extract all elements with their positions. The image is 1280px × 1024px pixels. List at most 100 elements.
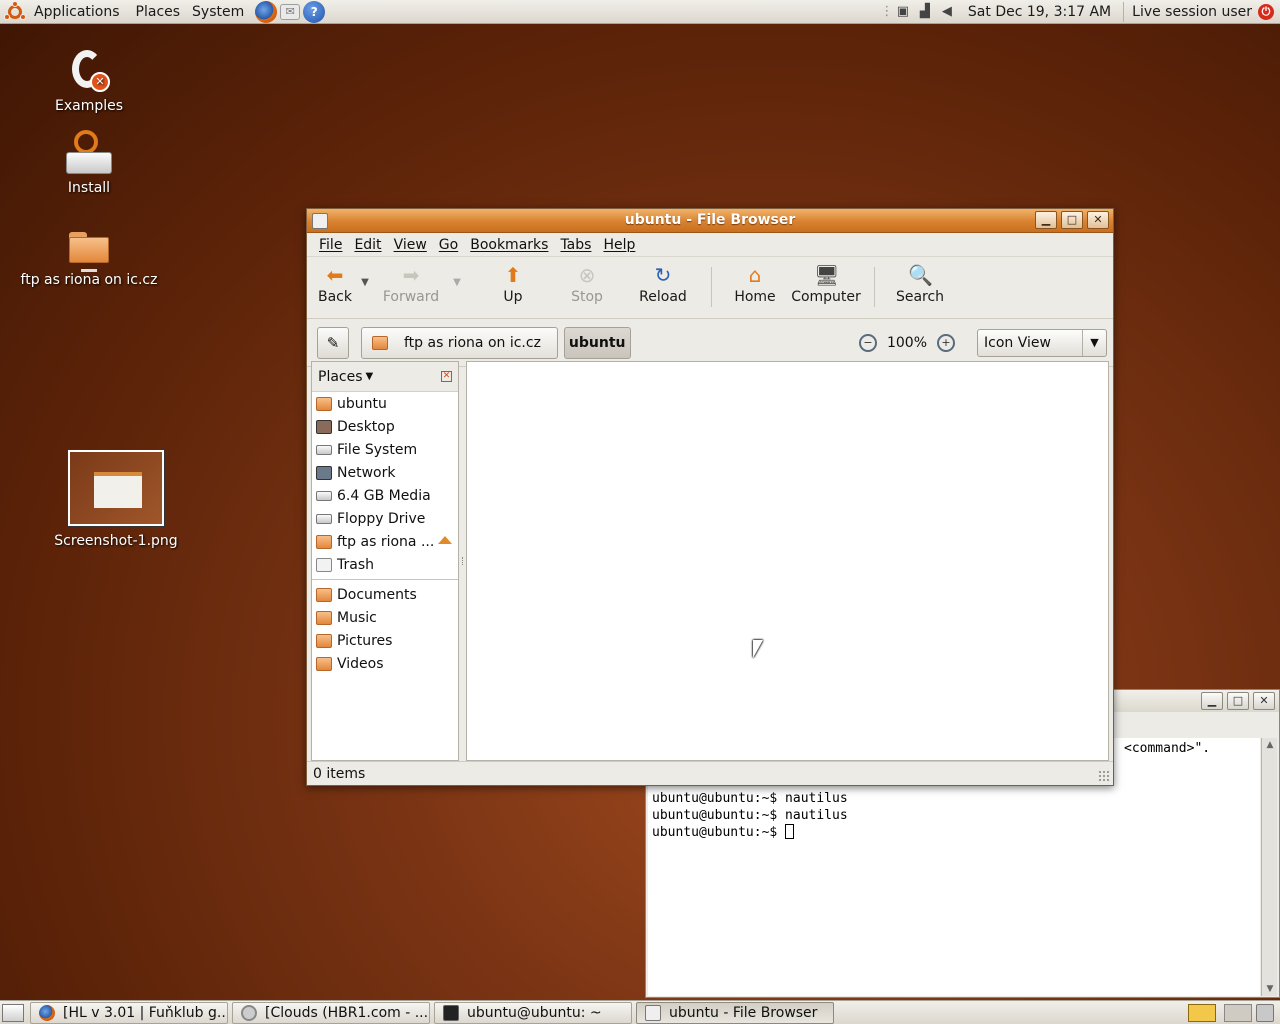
desktop-icon-examples[interactable]: ✕ Examples	[52, 48, 126, 114]
zoom-control: − 100% +	[849, 333, 965, 352]
sidebar-item-pictures[interactable]: Pictures	[312, 629, 458, 652]
sidebar-item-media[interactable]: 6.4 GB Media	[312, 484, 458, 507]
up-arrow-icon: ⬆	[504, 263, 522, 287]
sidebar: Places ▼ ✕ ubuntu Desktop File System Ne…	[311, 361, 459, 761]
terminal-minimize-button[interactable]: ▁	[1201, 692, 1223, 710]
breadcrumb-label: ftp as riona on ic.cz	[404, 334, 541, 351]
notification-area-handle-icon: ⋮	[880, 4, 894, 19]
trash-icon	[316, 557, 332, 572]
file-browser-titlebar[interactable]: ubuntu - File Browser ▁ □ ✕	[307, 209, 1113, 233]
menu-go[interactable]: Go	[433, 237, 464, 253]
taskbar-item-file-browser[interactable]: ubuntu - File Browser	[636, 1001, 834, 1024]
terminal-scrollbar[interactable]: ▲ ▼	[1261, 738, 1277, 996]
forward-label: Forward	[382, 289, 440, 305]
breadcrumb-ubuntu[interactable]: ubuntu	[563, 326, 631, 359]
system-menu-label: System	[192, 3, 245, 20]
window-title: ubuntu - File Browser	[624, 212, 796, 228]
drive-icon	[316, 490, 332, 501]
mail-icon[interactable]: ✉	[280, 3, 301, 20]
back-history-dropdown[interactable]: ▼	[357, 261, 373, 288]
sidebar-item-music[interactable]: Music	[312, 606, 458, 629]
close-button[interactable]: ✕	[1087, 211, 1109, 229]
menu-view[interactable]: View	[388, 237, 433, 253]
forward-button[interactable]: ➡ Forward	[373, 261, 449, 313]
taskbar-item-label: [HL v 3.01 | Fuňklub g...	[63, 1004, 228, 1021]
menu-tabs[interactable]: Tabs	[554, 237, 597, 253]
sidebar-item-trash[interactable]: Trash	[312, 553, 458, 576]
maximize-button[interactable]: □	[1061, 211, 1083, 229]
menu-help[interactable]: Help	[597, 237, 641, 253]
sidebar-type-select[interactable]: Places	[318, 369, 363, 385]
up-button[interactable]: ⬆ Up	[477, 261, 549, 313]
folder-icon	[316, 610, 332, 625]
session-user-menu[interactable]: Live session user	[1126, 4, 1258, 20]
sidebar-item-file-system[interactable]: File System	[312, 438, 458, 461]
sidebar-item-label: Pictures	[337, 632, 393, 649]
sidebar-item-label: Floppy Drive	[337, 510, 426, 527]
file-view-area[interactable]	[466, 361, 1109, 761]
menu-file[interactable]: File	[313, 237, 348, 253]
menu-edit[interactable]: Edit	[348, 237, 387, 253]
power-icon[interactable]: ⏻	[1258, 3, 1274, 20]
applications-menu-label: Applications	[34, 3, 120, 20]
sidebar-item-ubuntu[interactable]: ubuntu	[312, 392, 458, 415]
panel-separator	[1123, 1, 1125, 22]
terminal-close-button[interactable]: ✕	[1253, 692, 1275, 710]
stop-button[interactable]: ⊗ Stop	[549, 261, 625, 313]
back-button[interactable]: ⬅ Back	[313, 261, 357, 313]
network-manager-icon[interactable]: ▣	[894, 3, 912, 21]
volume-icon[interactable]: ◀	[938, 3, 956, 21]
close-sidebar-icon[interactable]: ✕	[441, 371, 452, 382]
show-desktop-button[interactable]	[2, 1003, 24, 1022]
back-label: Back	[318, 289, 352, 305]
sidebar-header: Places ▼ ✕	[312, 362, 458, 392]
workspace-2[interactable]	[1224, 1003, 1252, 1022]
edit-location-icon: ✎	[326, 333, 340, 352]
search-label: Search	[895, 289, 945, 305]
reload-button[interactable]: ↻ Reload	[625, 261, 701, 313]
sidebar-splitter-handle[interactable]	[459, 361, 467, 761]
sidebar-item-videos[interactable]: Videos	[312, 652, 458, 675]
taskbar-item-firefox[interactable]: [HL v 3.01 | Fuňklub g...	[30, 1001, 228, 1024]
taskbar-item-terminal[interactable]: ubuntu@ubuntu: ~	[434, 1001, 632, 1024]
search-button[interactable]: 🔍 Search	[885, 261, 955, 313]
trash-applet-icon[interactable]	[1256, 1003, 1274, 1022]
sidebar-item-network[interactable]: Network	[312, 461, 458, 484]
applications-menu[interactable]: Applications	[0, 0, 128, 24]
chevron-down-icon[interactable]: ▼	[366, 371, 374, 382]
zoom-in-icon[interactable]: +	[937, 333, 955, 352]
toggle-location-entry-button[interactable]: ✎	[317, 326, 349, 359]
sidebar-item-label: Network	[337, 464, 396, 481]
forward-history-dropdown[interactable]: ▼	[449, 261, 465, 288]
zoom-level[interactable]: 100%	[887, 335, 927, 351]
menu-bookmarks[interactable]: Bookmarks	[464, 237, 554, 253]
desktop-icon-screenshot[interactable]: Screenshot-1.png	[54, 449, 178, 549]
workspace-switcher-icon[interactable]	[1188, 1003, 1216, 1022]
help-icon[interactable]: ?	[303, 0, 326, 23]
signal-strength-icon[interactable]: ▟	[916, 3, 934, 21]
computer-button[interactable]: 🖥 Computer	[788, 261, 864, 313]
zoom-out-icon[interactable]: −	[858, 333, 877, 352]
sidebar-item-floppy[interactable]: Floppy Drive	[312, 507, 458, 530]
firefox-icon[interactable]	[255, 0, 278, 23]
resize-grip-icon[interactable]	[1098, 770, 1110, 782]
view-mode-select[interactable]: Icon View ▼	[977, 328, 1107, 357]
places-menu[interactable]: Places	[128, 0, 189, 24]
desktop-icon-label: ftp as riona on ic.cz	[20, 272, 158, 288]
network-folder-icon	[67, 230, 111, 272]
terminal-maximize-button[interactable]: □	[1227, 692, 1249, 710]
system-menu[interactable]: System	[188, 0, 252, 24]
breadcrumb-ftp[interactable]: ftp as riona on ic.cz	[361, 326, 558, 359]
desktop-icon-install[interactable]: Install	[52, 130, 126, 196]
home-button[interactable]: ⌂ Home	[722, 261, 788, 313]
clock[interactable]: Sat Dec 19, 3:17 AM	[958, 4, 1121, 20]
eject-icon[interactable]	[438, 535, 452, 544]
file-browser-app-icon[interactable]	[312, 213, 328, 229]
sidebar-item-ftp[interactable]: ftp as riona ...	[312, 530, 458, 553]
sidebar-item-desktop[interactable]: Desktop	[312, 415, 458, 438]
sidebar-item-documents[interactable]: Documents	[312, 583, 458, 606]
minimize-button[interactable]: ▁	[1035, 211, 1057, 229]
taskbar-item-clouds[interactable]: [Clouds (HBR1.com - ...	[232, 1001, 430, 1024]
file-browser-window[interactable]: ubuntu - File Browser ▁ □ ✕ File Edit Vi…	[306, 208, 1114, 786]
desktop-icon-ftp[interactable]: ftp as riona on ic.cz	[14, 230, 164, 288]
